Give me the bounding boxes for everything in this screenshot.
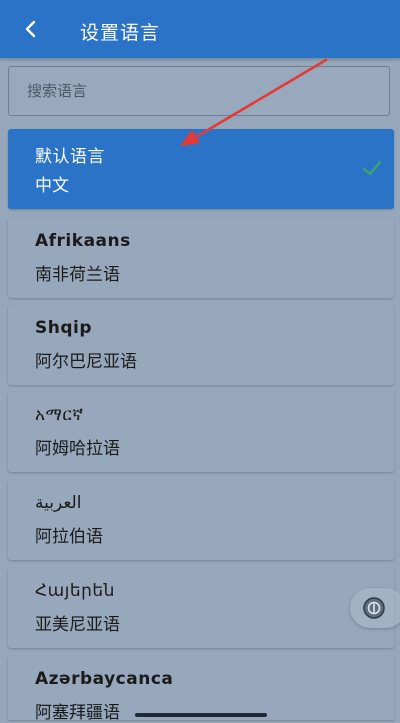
language-chinese-name: 南非荷兰语 [35,265,120,285]
language-item-albanian[interactable]: Shqip 阿尔巴尼亚语 [8,305,394,385]
language-native-name: 默认语言 [35,147,105,167]
language-item-azerbaijani[interactable]: Azərbaycanca 阿塞拜疆语 [8,656,394,723]
app-header: 设置语言 [0,0,400,58]
language-native-name: Afrikaans [35,231,131,251]
language-chinese-name: 亚美尼亚语 [35,615,120,635]
language-native-name: Azərbaycanca [35,669,174,689]
language-item-amharic[interactable]: አማርኛ 阿姆哈拉语 [8,392,394,472]
language-item-afrikaans[interactable]: Afrikaans 南非荷兰语 [8,218,394,298]
home-indicator[interactable] [135,713,267,717]
language-item-default[interactable]: 默认语言 中文 [8,129,394,209]
floating-assist-button[interactable] [350,588,400,628]
language-chinese-name: 阿姆哈拉语 [35,439,120,459]
back-button[interactable] [14,12,48,46]
floating-assist-icon [363,597,385,619]
check-icon [362,160,382,176]
language-item-armenian[interactable]: Հայերեն 亚美尼亚语 [8,568,394,648]
language-native-name: አማርኛ [35,405,84,425]
language-list: 默认语言 中文 Afrikaans 南非荷兰语 Shqip 阿尔巴尼亚语 አማር… [0,0,400,723]
page-title: 设置语言 [80,22,161,44]
language-native-name: Հայերեն [35,581,115,601]
language-chinese-name: 阿塞拜疆语 [35,703,120,723]
language-chinese-name: 阿尔巴尼亚语 [35,352,137,372]
language-chinese-name: 中文 [35,176,69,196]
language-chinese-name: 阿拉伯语 [35,527,103,547]
language-native-name: Shqip [35,318,93,338]
back-arrow-icon [25,20,36,38]
language-item-arabic[interactable]: العربية 阿拉伯语 [8,480,394,560]
language-native-name: العربية [35,493,82,513]
